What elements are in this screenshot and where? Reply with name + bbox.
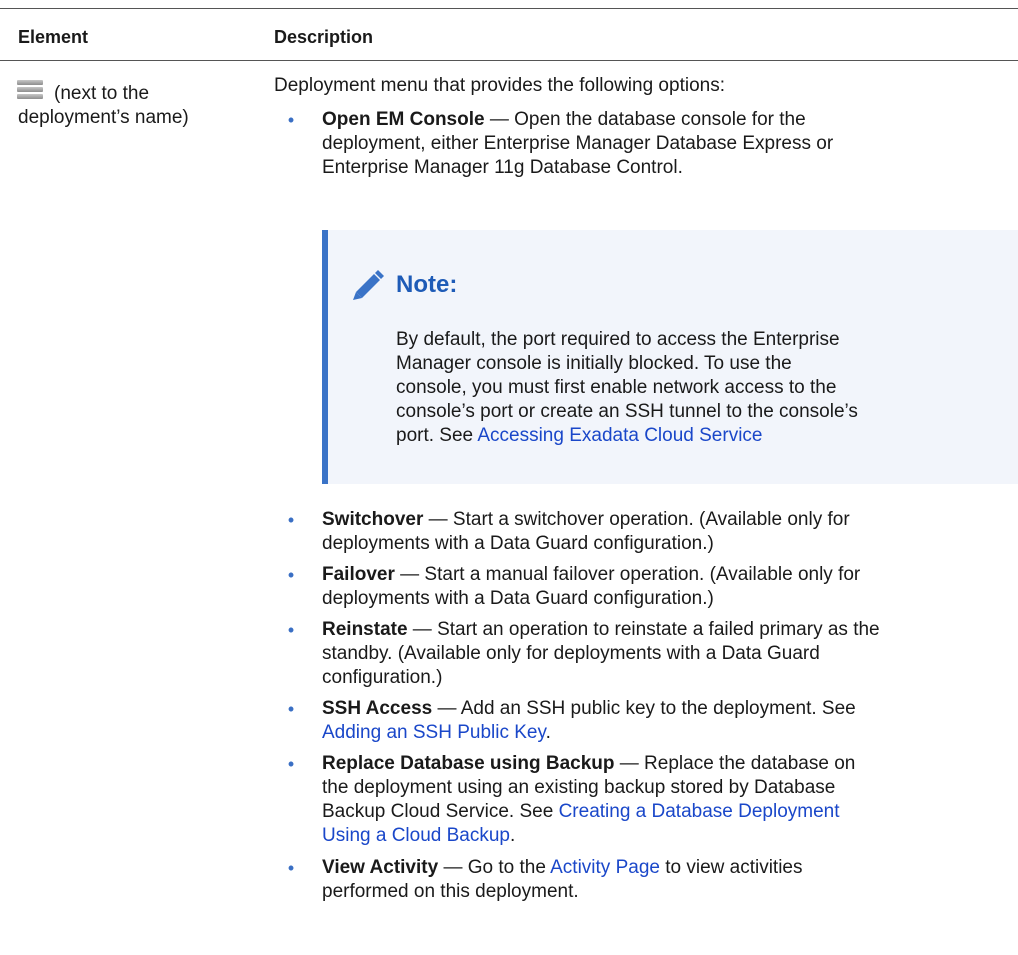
item-label: View Activity [322, 857, 439, 878]
bullet-icon: • [287, 620, 295, 640]
column-header-description: Description [274, 27, 374, 47]
pencil-icon [353, 270, 384, 300]
item-text: the deployment using an existing backup … [322, 777, 836, 798]
item-text: . [510, 825, 516, 846]
item-text: — Open the database console for the [484, 109, 806, 130]
bullet-icon: • [287, 754, 295, 774]
item-text: Enterprise Manager 11g Database Control. [322, 157, 683, 178]
link-accessing-exadata[interactable]: Accessing Exadata Cloud Service [477, 425, 762, 446]
item-label: Open EM Console [322, 109, 485, 130]
item-text: performed on this deployment. [322, 881, 579, 902]
note-line: console, you must first enable network a… [396, 377, 837, 398]
item-text: — Start a manual failover operation. (Av… [394, 564, 861, 585]
element-cell: (next to the deployment’s name) [18, 82, 248, 130]
list-item-replace-database: • Replace Database using Backup — Replac… [288, 752, 1018, 848]
bullet-icon: • [287, 110, 295, 130]
list-item-failover: • Failover — Start a manual failover ope… [288, 563, 1018, 611]
description-intro: Deployment menu that provides the follow… [274, 75, 725, 96]
link-activity-page[interactable]: Activity Page [550, 857, 660, 878]
item-text: Backup Cloud Service. See [322, 801, 559, 822]
link-creating-deployment[interactable]: Creating a Database Deployment [559, 801, 840, 822]
list-item-view-activity: • View Activity — Go to the Activity Pag… [288, 856, 1018, 904]
item-label: Failover [322, 564, 395, 585]
note-body: By default, the port required to access … [396, 328, 1016, 448]
table-top-rule [0, 8, 1018, 9]
item-text: deployment, either Enterprise Manager Da… [322, 133, 834, 154]
item-text: — Replace the database on [614, 753, 856, 774]
note-title: Note: [396, 271, 458, 298]
item-text: — Start a switchover operation. (Availab… [423, 509, 850, 530]
item-text: — Add an SSH public key to the deploymen… [432, 698, 856, 719]
list-item-ssh-access: • SSH Access — Add an SSH public key to … [288, 697, 1018, 745]
bullet-icon: • [287, 699, 295, 719]
column-header-element: Element [18, 27, 89, 47]
element-text-line2: deployment’s name) [18, 107, 189, 128]
item-label: Replace Database using Backup [322, 753, 615, 774]
note-box: Note: By default, the port required to a… [322, 230, 1018, 484]
bullet-icon: • [287, 565, 295, 585]
bullet-icon: • [287, 858, 295, 878]
link-using-cloud-backup[interactable]: Using a Cloud Backup [322, 825, 510, 846]
item-label: SSH Access [322, 698, 433, 719]
item-text: deployments with a Data Guard configurat… [322, 533, 714, 554]
list-item-switchover: • Switchover — Start a switchover operat… [288, 508, 1018, 556]
bullet-icon: • [287, 510, 295, 530]
note-header: Note: [350, 270, 457, 300]
item-text: — Go to the [438, 857, 551, 878]
note-line: Manager console is initially blocked. To… [396, 353, 792, 374]
item-text: standby. (Available only for deployments… [322, 643, 820, 664]
item-text: configuration.) [322, 667, 443, 688]
header-rule [0, 60, 1018, 61]
element-text-line1: (next to the [54, 83, 150, 104]
item-label: Switchover [322, 509, 424, 530]
item-text: . [545, 722, 551, 743]
item-text: deployments with a Data Guard configurat… [322, 588, 714, 609]
list-item-reinstate: • Reinstate — Start an operation to rein… [288, 618, 1018, 690]
item-label: Reinstate [322, 619, 408, 640]
item-text: to view activities [659, 857, 803, 878]
list-item-open-em-console: • Open EM Console — Open the database co… [288, 108, 1018, 180]
item-text: — Start an operation to reinstate a fail… [407, 619, 880, 640]
note-line: By default, the port required to access … [396, 329, 840, 350]
link-adding-ssh-key[interactable]: Adding an SSH Public Key [322, 722, 546, 743]
note-line: console’s port or create an SSH tunnel t… [396, 401, 858, 422]
note-line: port. See [396, 425, 478, 446]
